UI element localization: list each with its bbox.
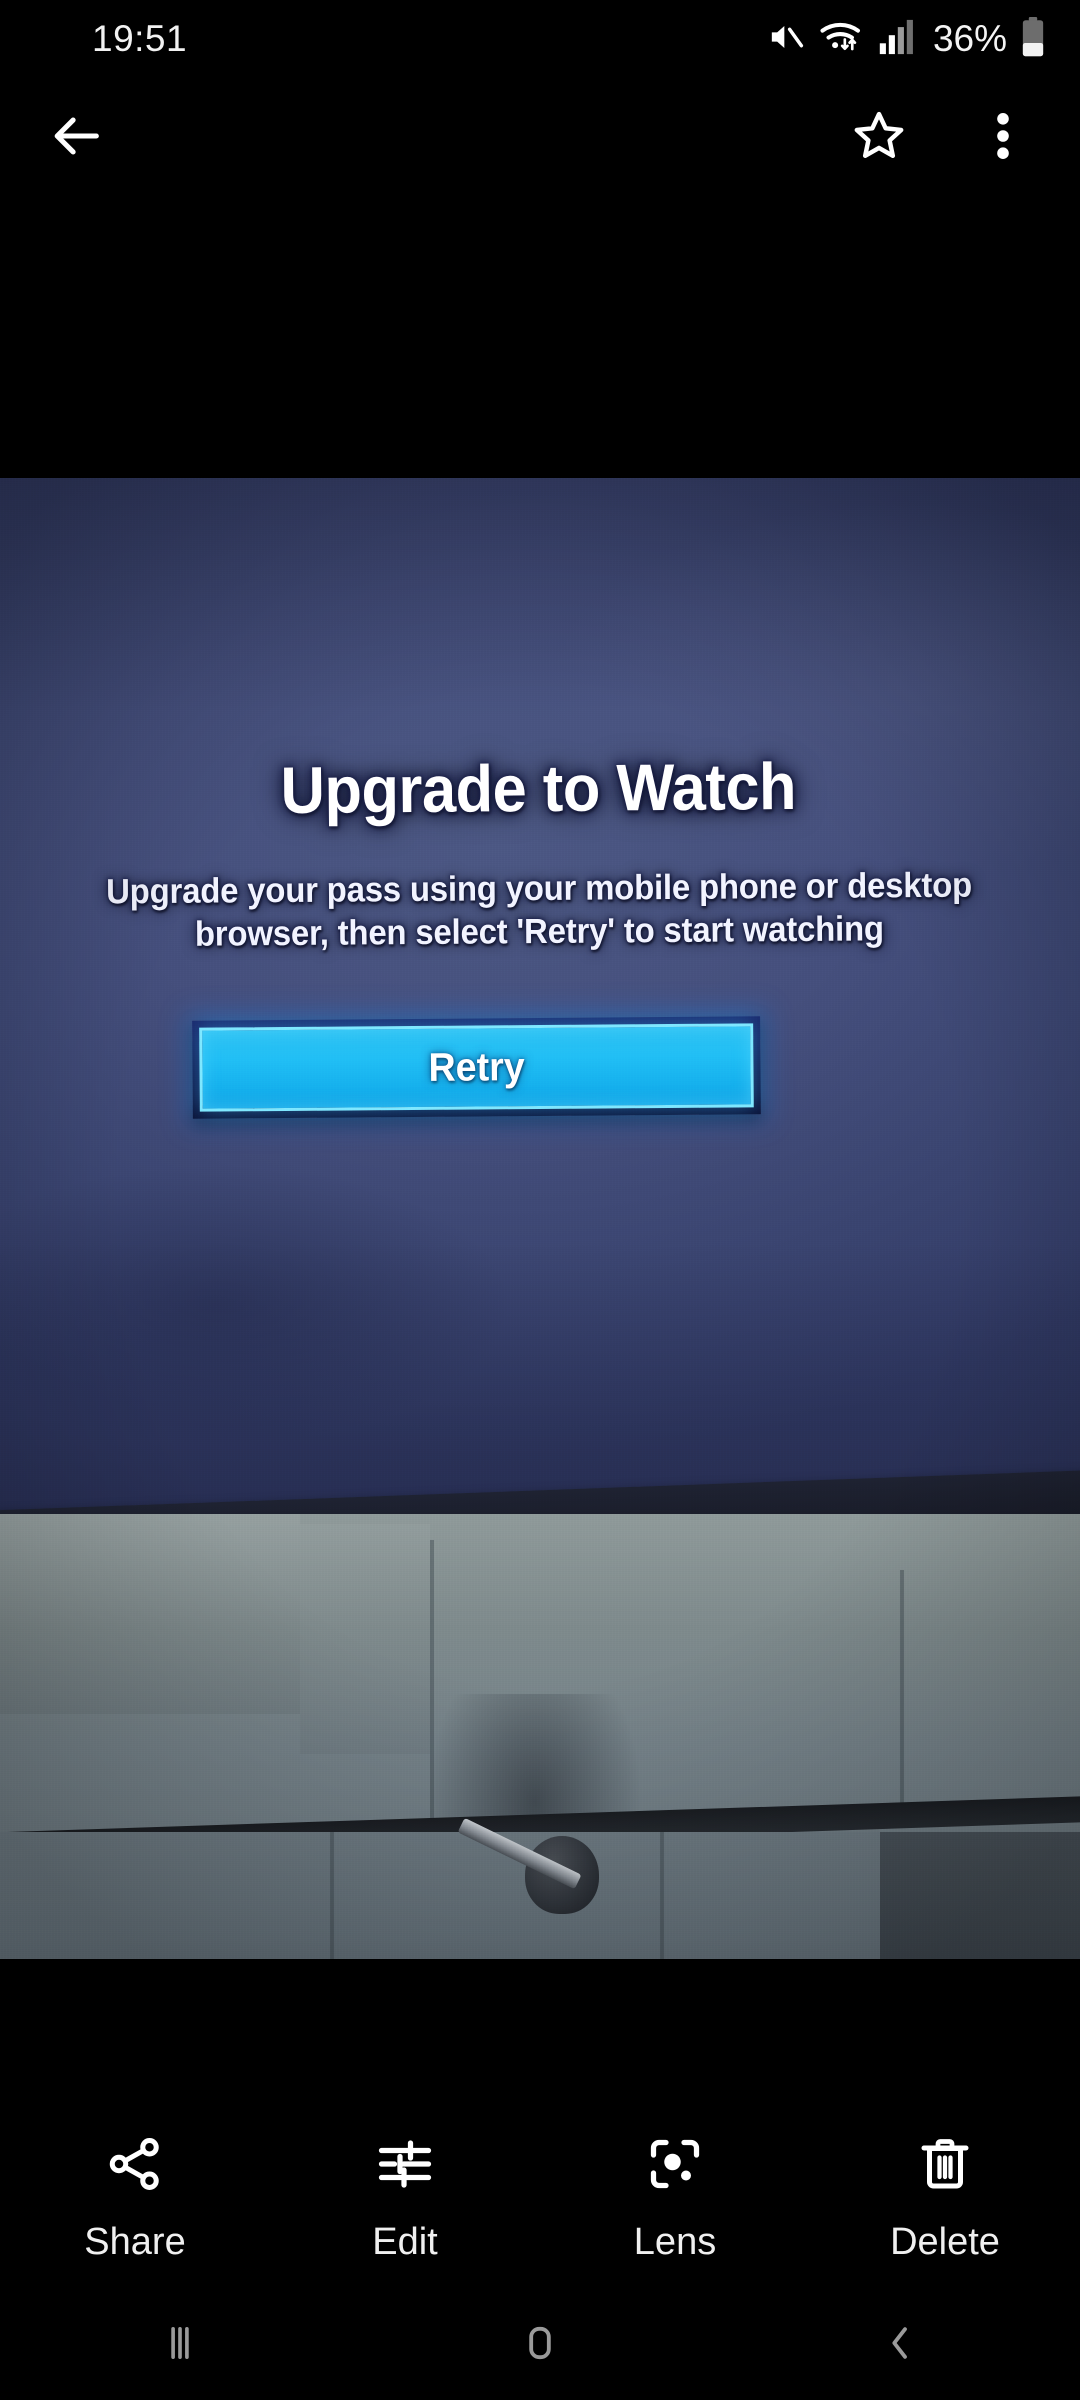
lens-button[interactable]: Lens (540, 2130, 810, 2264)
lens-label: Lens (633, 2221, 717, 2263)
home-button[interactable] (360, 2320, 720, 2371)
mute-icon (766, 17, 806, 62)
nav-back-button[interactable] (720, 2320, 1080, 2371)
star-outline-icon (851, 108, 907, 169)
home-icon (517, 2320, 563, 2371)
back-button[interactable] (44, 105, 110, 171)
overflow-menu-button[interactable] (970, 105, 1036, 171)
android-navigation-bar (0, 2290, 1080, 2400)
signal-icon (878, 17, 914, 62)
photo-actions-toolbar: Share Edit Lens Delete (0, 2130, 1080, 2290)
lens-icon (645, 2134, 705, 2199)
status-bar-icons: 36% (766, 16, 1046, 63)
phone-screen: 19:51 36% Upgrade to Watch Upgrade your … (0, 0, 1080, 2400)
photo-grain (0, 478, 1080, 1959)
share-label: Share (84, 2221, 186, 2263)
trash-icon (915, 2134, 975, 2199)
photo-viewer-image[interactable]: Upgrade to Watch Upgrade your pass using… (0, 478, 1080, 1959)
favorite-button[interactable] (846, 105, 912, 171)
edit-button[interactable]: Edit (270, 2130, 540, 2264)
nav-back-icon (877, 2320, 923, 2371)
sliders-icon (375, 2134, 435, 2199)
status-bar: 19:51 36% (0, 0, 1080, 78)
delete-label: Delete (890, 2221, 1000, 2263)
recents-button[interactable] (0, 2320, 360, 2371)
share-button[interactable]: Share (0, 2130, 270, 2264)
wifi-icon (819, 17, 865, 62)
battery-percentage: 36% (932, 18, 1007, 59)
battery-icon (1020, 16, 1046, 63)
edit-label: Edit (372, 2221, 438, 2263)
recents-icon (157, 2320, 203, 2371)
app-bar-actions (846, 105, 1036, 171)
share-icon (105, 2134, 165, 2199)
status-bar-clock: 19:51 (92, 18, 188, 59)
delete-button[interactable]: Delete (810, 2130, 1080, 2264)
more-vertical-icon (978, 108, 1028, 169)
back-arrow-icon (48, 107, 106, 170)
app-bar (0, 78, 1080, 198)
